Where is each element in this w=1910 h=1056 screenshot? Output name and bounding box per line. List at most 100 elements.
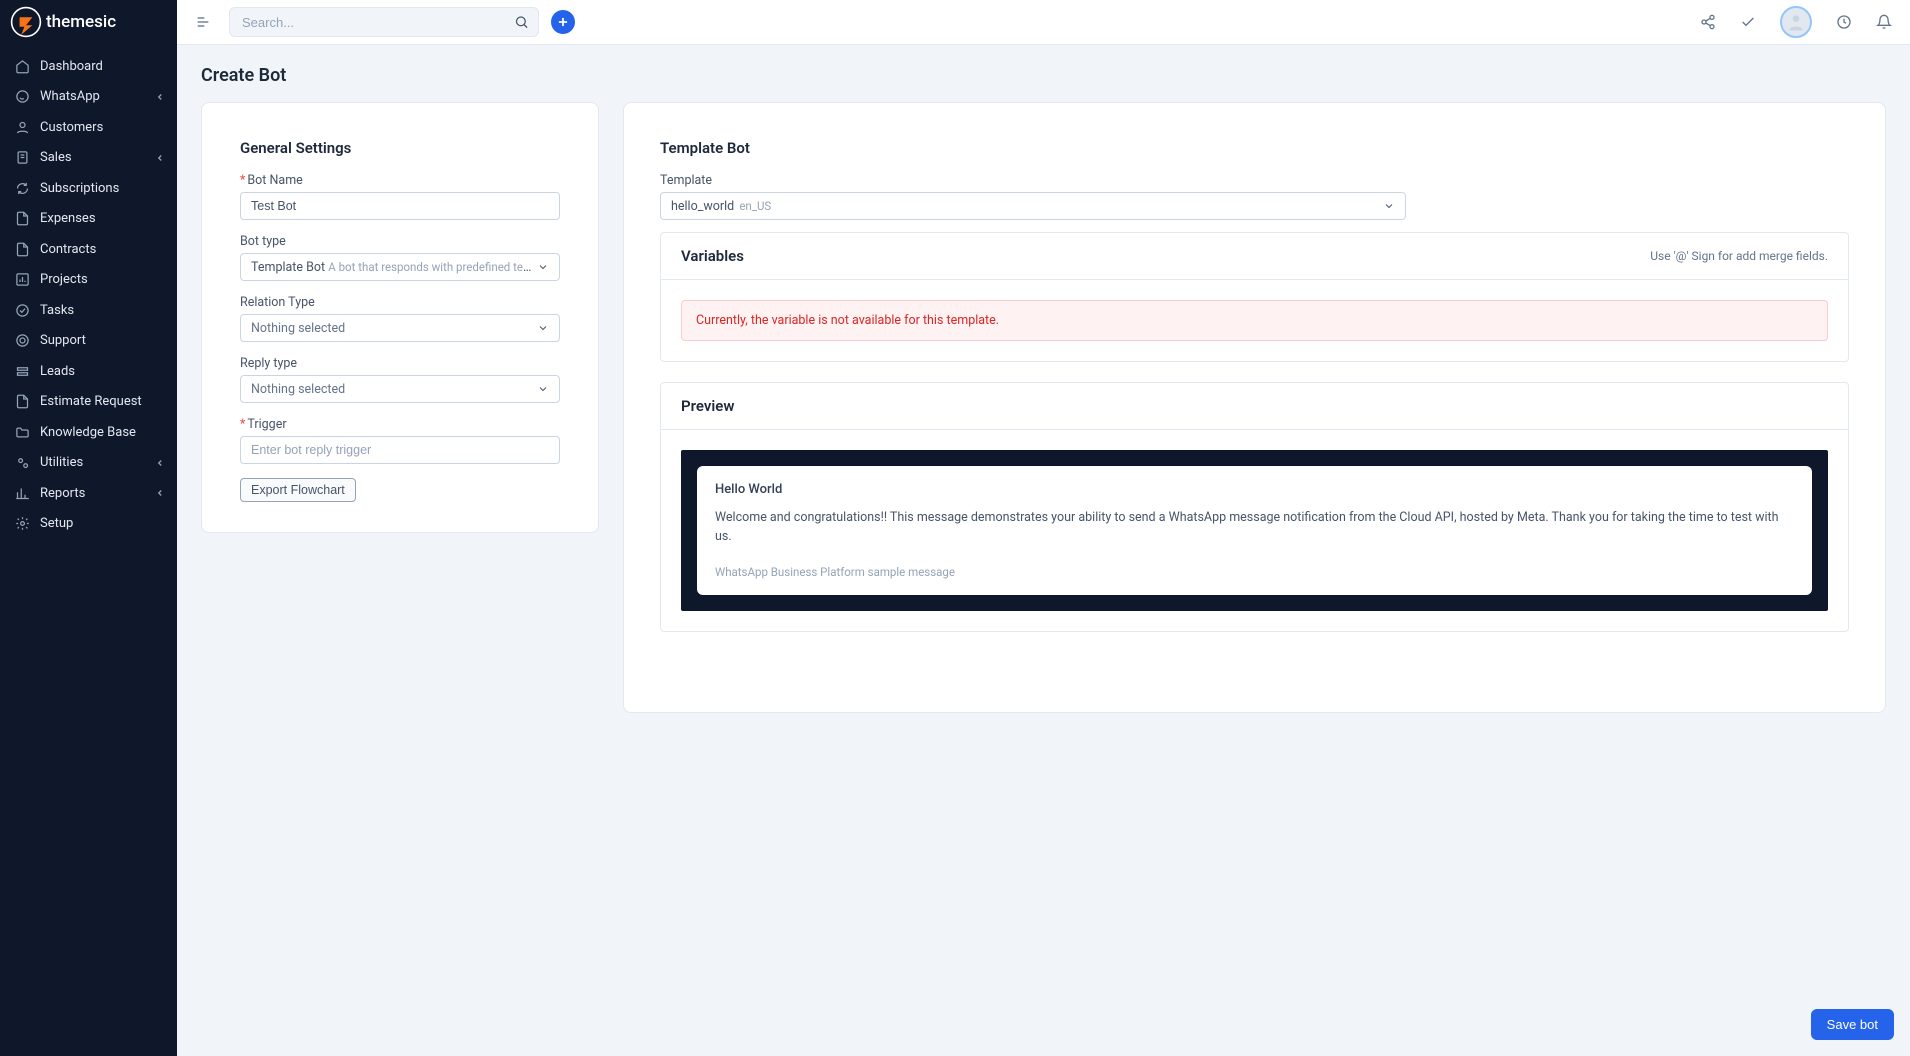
- sidebar-item-label: Tasks: [40, 303, 74, 318]
- template-label: Template: [660, 173, 1849, 188]
- leads-icon: [14, 364, 30, 379]
- bell-icon[interactable]: [1870, 8, 1898, 36]
- brand-icon: [10, 6, 42, 38]
- template-select[interactable]: hello_world en_US: [660, 192, 1406, 220]
- chevron-down-icon: [1383, 200, 1395, 212]
- general-settings-card: General Settings *Bot Name Bot type Temp…: [201, 102, 599, 533]
- general-title: General Settings: [240, 139, 560, 157]
- chart-icon: [14, 272, 30, 287]
- add-button[interactable]: [551, 10, 575, 34]
- sidebar-item-label: Support: [40, 333, 86, 348]
- variables-hint: Use '@' Sign for add merge fields.: [1650, 249, 1828, 263]
- sidebar-item-customers[interactable]: Customers: [0, 112, 177, 143]
- relation-type-label: Relation Type: [240, 295, 560, 310]
- whatsapp-icon: [14, 89, 30, 104]
- brand-name: themesic: [46, 12, 116, 32]
- chevron-down-icon: [537, 383, 549, 395]
- life-ring-icon: [14, 333, 30, 348]
- sidebar-item-label: Sales: [40, 150, 72, 165]
- gears-icon: [14, 455, 30, 470]
- user-icon: [14, 120, 30, 135]
- doc-icon: [14, 242, 30, 257]
- bot-name-input[interactable]: [240, 192, 560, 220]
- sidebar-item-contracts[interactable]: Contracts: [0, 234, 177, 265]
- gear-icon: [14, 516, 30, 531]
- variables-card: Variables Use '@' Sign for add merge fie…: [660, 232, 1849, 362]
- sidebar-item-dashboard[interactable]: Dashboard: [0, 51, 177, 82]
- sidebar-item-support[interactable]: Support: [0, 326, 177, 357]
- preview-header: Hello World: [715, 482, 1794, 497]
- sidebar-item-utilities[interactable]: Utilities: [0, 448, 177, 479]
- sidebar-item-label: Setup: [40, 516, 73, 531]
- preview-card: Preview Hello World Welcome and congratu…: [660, 382, 1849, 632]
- refresh-icon: [14, 181, 30, 196]
- sidebar-item-sales[interactable]: Sales: [0, 143, 177, 174]
- folder-icon: [14, 425, 30, 440]
- topbar: [177, 0, 1910, 45]
- sidebar-item-whatsapp[interactable]: WhatsApp: [0, 82, 177, 113]
- trigger-input[interactable]: [240, 436, 560, 464]
- sidebar-item-label: Contracts: [40, 242, 96, 257]
- sidebar-item-setup[interactable]: Setup: [0, 509, 177, 540]
- sidebar: themesic Dashboard WhatsApp Customers Sales…: [0, 0, 177, 1056]
- variables-title: Variables: [681, 247, 744, 265]
- sidebar-item-label: Utilities: [40, 455, 83, 470]
- save-bot-button[interactable]: Save bot: [1811, 1009, 1894, 1040]
- brand-logo[interactable]: themesic: [0, 0, 177, 45]
- home-icon: [14, 59, 30, 74]
- template-bot-card: Template Bot Template hello_world en_US …: [623, 102, 1886, 713]
- bar-chart-icon: [14, 486, 30, 501]
- chevron-down-icon: [537, 261, 549, 273]
- sidebar-item-label: Customers: [40, 120, 103, 135]
- sidebar-item-expenses[interactable]: Expenses: [0, 204, 177, 235]
- menu-toggle-icon[interactable]: [189, 8, 217, 36]
- sidebar-item-label: Leads: [40, 364, 75, 379]
- bot-type-label: Bot type: [240, 234, 560, 249]
- file-icon: [14, 150, 30, 165]
- chevron-left-icon: [155, 92, 165, 102]
- sidebar-item-label: Knowledge Base: [40, 425, 136, 440]
- sidebar-item-label: Estimate Request: [40, 394, 142, 409]
- template-title: Template Bot: [660, 139, 1849, 157]
- trigger-label: *Trigger: [240, 417, 560, 432]
- sidebar-item-knowledge-base[interactable]: Knowledge Base: [0, 417, 177, 448]
- clock-icon[interactable]: [1830, 8, 1858, 36]
- sidebar-item-tasks[interactable]: Tasks: [0, 295, 177, 326]
- sidebar-item-subscriptions[interactable]: Subscriptions: [0, 173, 177, 204]
- doc-icon: [14, 394, 30, 409]
- share-icon[interactable]: [1694, 8, 1722, 36]
- chevron-left-icon: [155, 458, 165, 468]
- search-icon[interactable]: [514, 15, 529, 30]
- chevron-left-icon: [155, 488, 165, 498]
- reply-type-label: Reply type: [240, 356, 560, 371]
- avatar[interactable]: [1780, 6, 1812, 38]
- sidebar-item-label: Expenses: [40, 211, 96, 226]
- doc-icon: [14, 211, 30, 226]
- sidebar-item-label: Projects: [40, 272, 88, 287]
- export-flowchart-button[interactable]: Export Flowchart: [240, 478, 356, 502]
- sidebar-item-label: WhatsApp: [40, 89, 100, 104]
- search-input[interactable]: [229, 7, 539, 37]
- sidebar-item-label: Subscriptions: [40, 181, 119, 196]
- page-title: Create Bot: [201, 65, 1886, 86]
- chevron-down-icon: [537, 322, 549, 334]
- relation-type-select[interactable]: Nothing selected: [240, 314, 560, 342]
- check-circle-icon: [14, 303, 30, 318]
- bot-name-label: *Bot Name: [240, 173, 560, 188]
- preview-body: Welcome and congratulations!! This messa…: [715, 509, 1794, 547]
- check-icon[interactable]: [1734, 8, 1762, 36]
- sidebar-item-label: Dashboard: [40, 59, 103, 74]
- reply-type-select[interactable]: Nothing selected: [240, 375, 560, 403]
- preview-footer: WhatsApp Business Platform sample messag…: [715, 565, 1794, 579]
- preview-box: Hello World Welcome and congratulations!…: [681, 450, 1828, 611]
- variables-error-alert: Currently, the variable is not available…: [681, 300, 1828, 341]
- search-wrapper: [229, 7, 539, 37]
- content: Create Bot General Settings *Bot Name Bo…: [177, 45, 1910, 733]
- sidebar-item-reports[interactable]: Reports: [0, 478, 177, 509]
- sidebar-item-projects[interactable]: Projects: [0, 265, 177, 296]
- chevron-left-icon: [155, 153, 165, 163]
- preview-title: Preview: [681, 397, 734, 415]
- bot-type-select[interactable]: Template Bot A bot that responds with pr…: [240, 253, 560, 281]
- sidebar-item-leads[interactable]: Leads: [0, 356, 177, 387]
- sidebar-item-estimate-request[interactable]: Estimate Request: [0, 387, 177, 418]
